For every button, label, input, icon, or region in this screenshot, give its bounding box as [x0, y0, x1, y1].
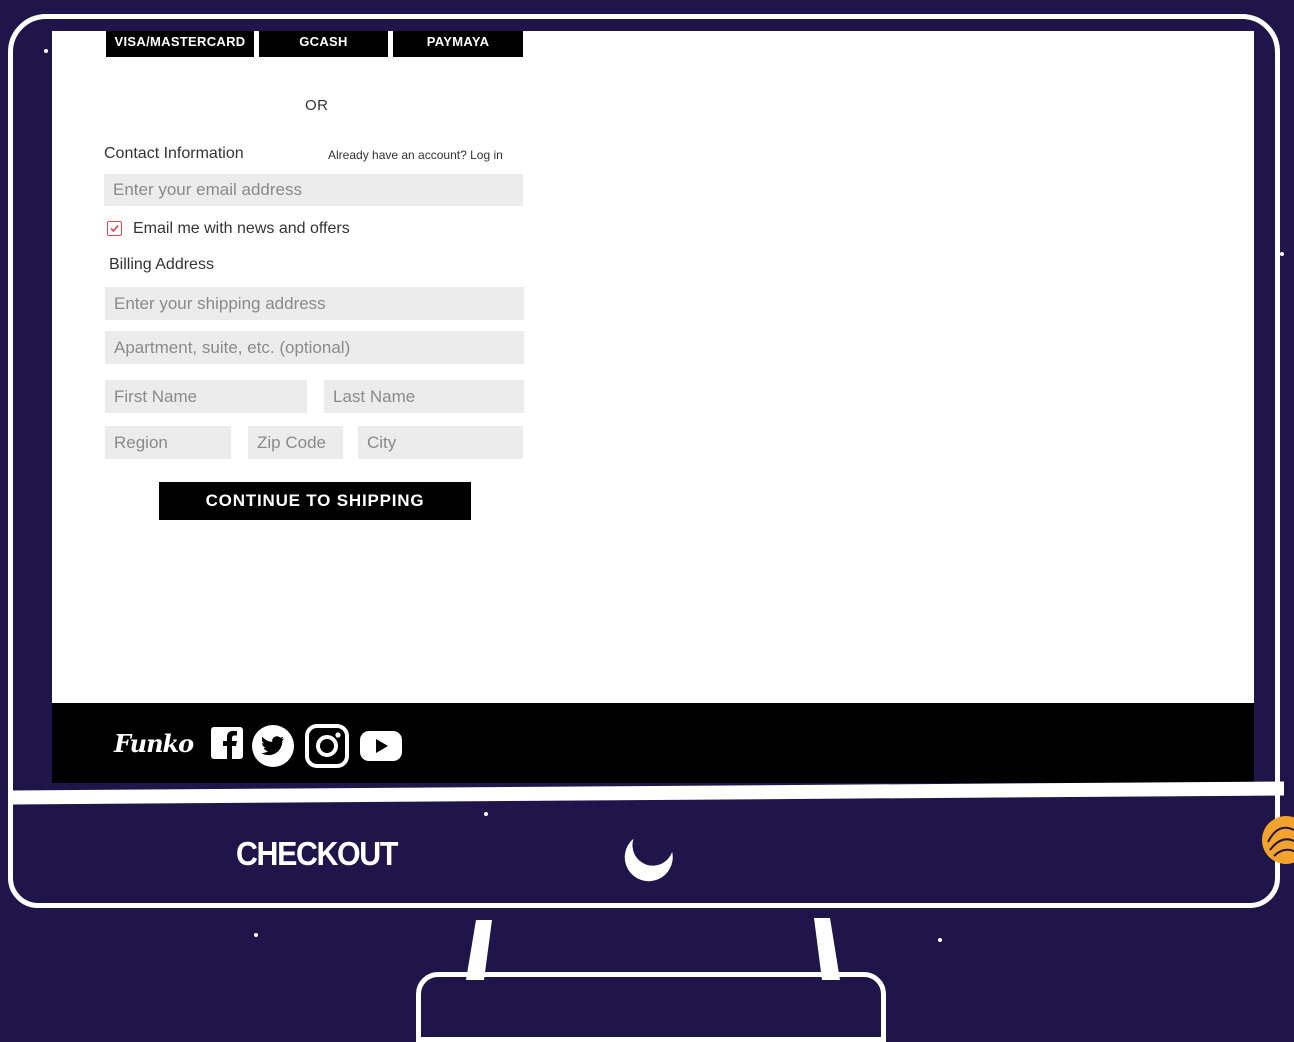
first-name-field[interactable]: First Name — [105, 380, 307, 413]
region-field[interactable]: Region — [105, 426, 231, 459]
site-footer: Funko — [52, 703, 1254, 783]
paymaya-button[interactable]: PAYMAYA — [393, 31, 523, 57]
youtube-icon[interactable] — [359, 730, 403, 762]
visa-mastercard-button[interactable]: VISA/MASTERCARD — [106, 31, 254, 57]
or-separator: OR — [305, 97, 329, 114]
monitor-stand-right — [814, 918, 840, 980]
gcash-button[interactable]: GCASH — [259, 31, 388, 57]
email-field[interactable]: Enter your email address — [104, 174, 523, 206]
moon-icon — [624, 838, 673, 882]
monitor-base — [416, 972, 886, 1042]
billing-address-heading: Billing Address — [109, 256, 214, 273]
city-field[interactable]: City — [358, 426, 523, 459]
shipping-address-field[interactable]: Enter your shipping address — [105, 287, 524, 320]
star-dot — [938, 938, 942, 942]
payment-methods: VISA/MASTERCARD GCASH PAYMAYA — [106, 31, 523, 57]
apartment-field[interactable]: Apartment, suite, etc. (optional) — [105, 331, 524, 364]
checkout-screen: VISA/MASTERCARD GCASH PAYMAYA OR Contact… — [52, 31, 1254, 783]
instagram-icon[interactable] — [305, 724, 349, 768]
zip-code-field[interactable]: Zip Code — [248, 426, 343, 459]
contact-information-heading: Contact Information — [104, 145, 244, 162]
monitor-stand-left — [466, 920, 492, 980]
star-dot — [254, 933, 258, 937]
checkout-title: CHECKOUT — [236, 835, 398, 872]
checkmark-icon — [110, 224, 119, 233]
continue-to-shipping-button[interactable]: CONTINUE TO SHIPPING — [159, 482, 471, 520]
newsletter-label: Email me with news and offers — [133, 220, 350, 237]
decorative-ornament-icon — [1262, 816, 1294, 864]
twitter-icon[interactable] — [251, 724, 295, 768]
facebook-icon[interactable] — [210, 726, 244, 760]
funko-logo[interactable]: Funko — [114, 729, 194, 758]
login-link[interactable]: Already have an account? Log in — [328, 148, 503, 162]
last-name-field[interactable]: Last Name — [324, 380, 524, 413]
star-dot — [1280, 252, 1284, 256]
newsletter-checkbox[interactable] — [107, 221, 122, 236]
